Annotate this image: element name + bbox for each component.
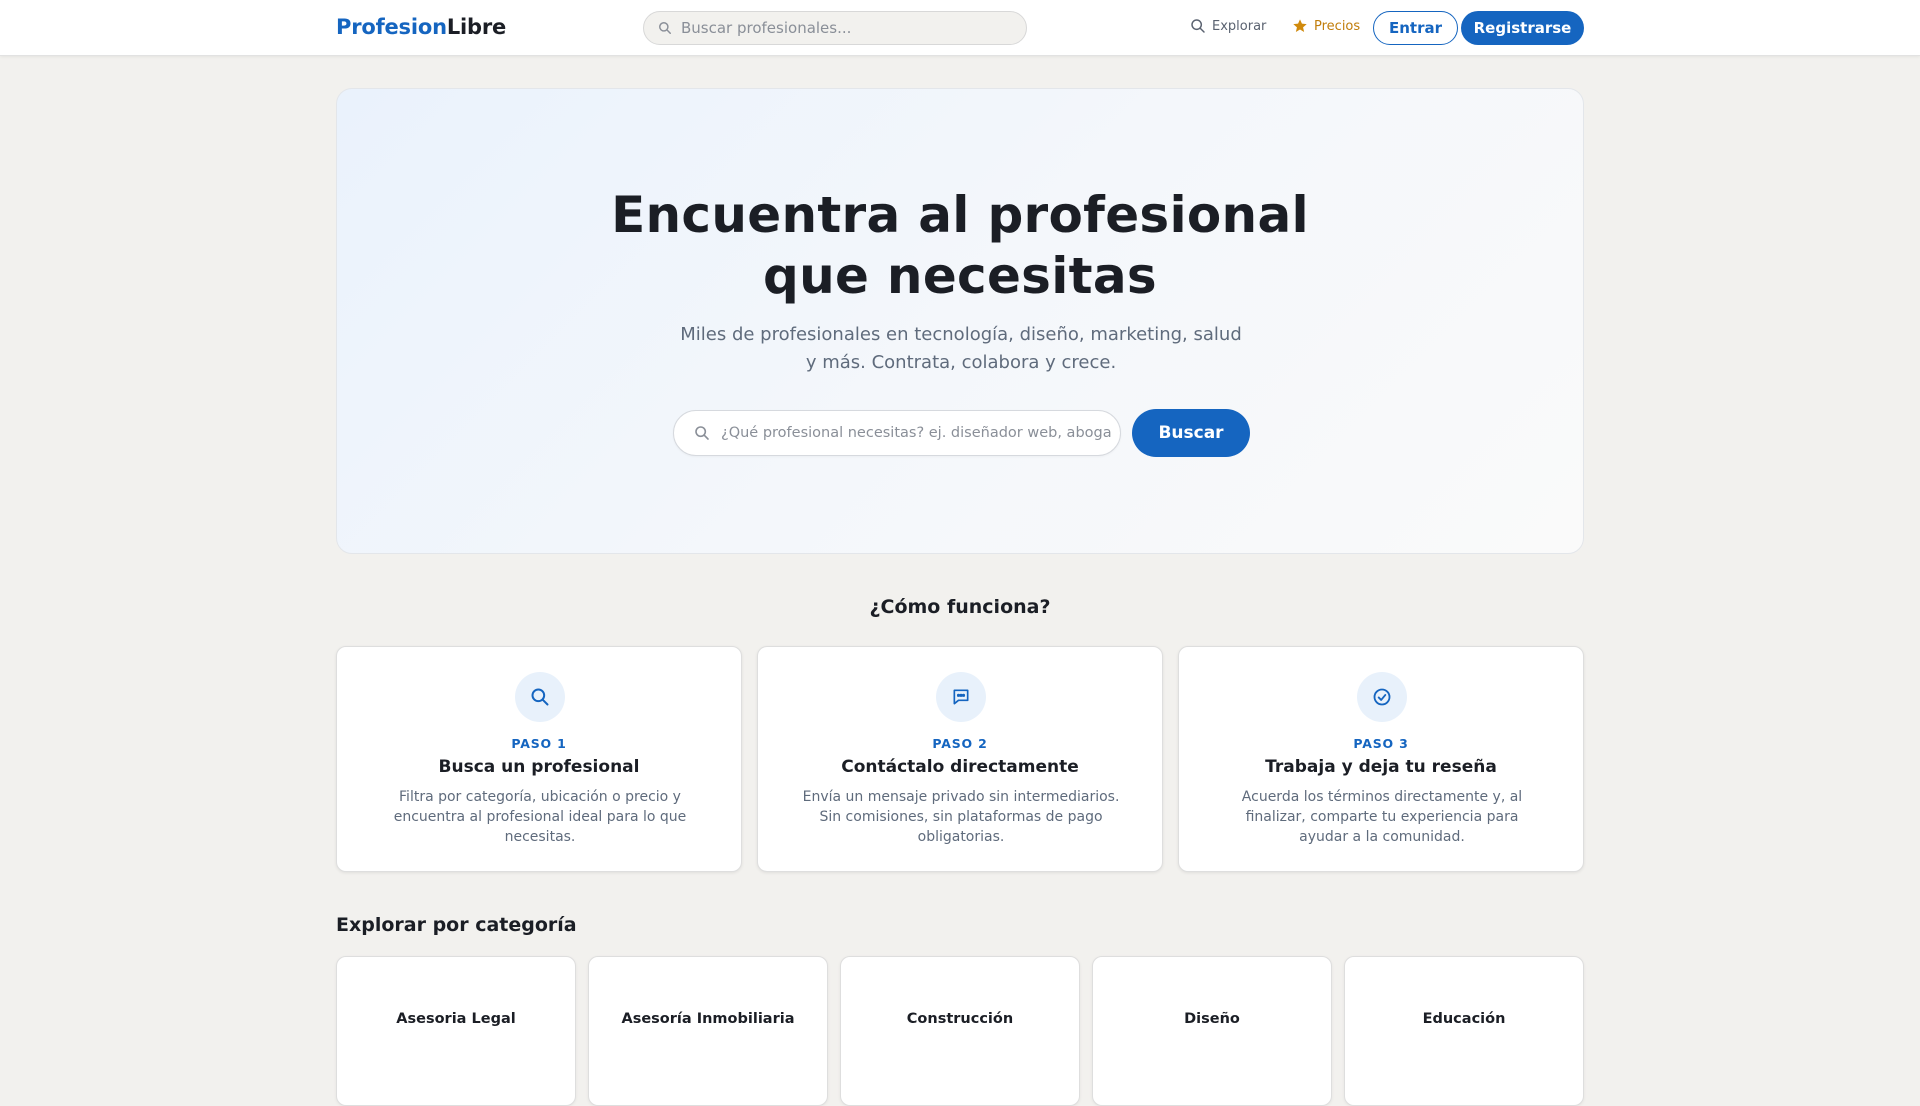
nav-explore-link[interactable]: Explorar (1190, 18, 1266, 34)
step-card-1: PASO 1 Busca un profesional Filtra por c… (336, 646, 742, 872)
step-3-number: PASO 3 (1353, 736, 1409, 751)
star-icon (1293, 19, 1307, 32)
hero-subtitle-line-1: Miles de profesionales en tecnología, di… (680, 324, 1242, 345)
hero-search-button[interactable]: Buscar (1132, 409, 1250, 457)
category-card-diseno[interactable]: Diseño (1092, 956, 1332, 1106)
check-circle-icon (1373, 688, 1391, 706)
step-3-title: Trabaja y deja tu reseña (1265, 757, 1497, 777)
top-navbar: ProfesionLibre Explorar Precios Entrar R… (0, 0, 1920, 56)
hero-title-line-2: que necesitas (763, 247, 1157, 305)
step-1-icon-badge (515, 672, 565, 722)
hero-search-input[interactable] (721, 425, 1111, 441)
step-1-number: PASO 1 (511, 736, 567, 751)
category-card-asesoria-inmobiliaria[interactable]: Asesoría Inmobiliaria (588, 956, 828, 1106)
category-label: Diseño (1184, 1011, 1240, 1027)
register-button[interactable]: Registrarse (1461, 11, 1584, 45)
step-3-icon-badge (1357, 672, 1407, 722)
step-1-title: Busca un profesional (438, 757, 640, 777)
search-icon (695, 426, 709, 440)
header-search-box[interactable] (643, 11, 1027, 45)
login-button[interactable]: Entrar (1373, 11, 1458, 45)
search-icon (531, 688, 549, 706)
step-1-description: Filtra por categoría, ubicación o precio… (393, 789, 687, 845)
logo-part-profesion: Profesion (336, 15, 447, 39)
step-2-description: Envía un mensaje privado sin intermediar… (802, 789, 1120, 845)
category-label: Asesoría Inmobiliaria (621, 1011, 795, 1027)
chat-icon (953, 689, 969, 705)
hero-subtitle: Miles de profesionales en tecnología, di… (661, 321, 1261, 377)
search-icon (1191, 19, 1205, 33)
step-2-title: Contáctalo directamente (841, 757, 1079, 777)
nav-prices-label: Precios (1314, 18, 1361, 34)
category-card-construccion[interactable]: Construcción (840, 956, 1080, 1106)
search-icon (659, 22, 671, 34)
step-3-description: Acuerda los términos directamente y, al … (1241, 789, 1523, 845)
step-card-2: PASO 2 Contáctalo directamente Envía un … (757, 646, 1163, 872)
category-card-asesoria-legal[interactable]: Asesoria Legal (336, 956, 576, 1106)
step-2-number: PASO 2 (932, 736, 988, 751)
nav-explore-label: Explorar (1212, 18, 1267, 34)
site-logo[interactable]: ProfesionLibre (336, 15, 506, 39)
hero-title: Encuentra al profesional que necesitas (337, 185, 1583, 307)
hero-search-box[interactable] (673, 410, 1121, 456)
categories-title: Explorar por categoría (336, 914, 577, 936)
category-label: Educación (1422, 1011, 1506, 1027)
hero-section: Encuentra al profesional que necesitas M… (336, 88, 1584, 554)
step-card-3: PASO 3 Trabaja y deja tu reseña Acuerda … (1178, 646, 1584, 872)
step-2-icon-badge (936, 672, 986, 722)
header-search-input[interactable] (681, 19, 1001, 37)
category-card-educacion[interactable]: Educación (1344, 956, 1584, 1106)
logo-part-libre: Libre (446, 15, 507, 39)
hero-subtitle-line-2: y más. Contrata, colabora y crece. (805, 352, 1117, 373)
category-label: Construcción (906, 1011, 1014, 1027)
category-label: Asesoria Legal (396, 1011, 516, 1027)
nav-prices-link[interactable]: Precios (1292, 18, 1360, 34)
how-it-works-title: ¿Cómo funciona? (869, 596, 1051, 618)
hero-title-line-1: Encuentra al profesional (611, 186, 1309, 244)
